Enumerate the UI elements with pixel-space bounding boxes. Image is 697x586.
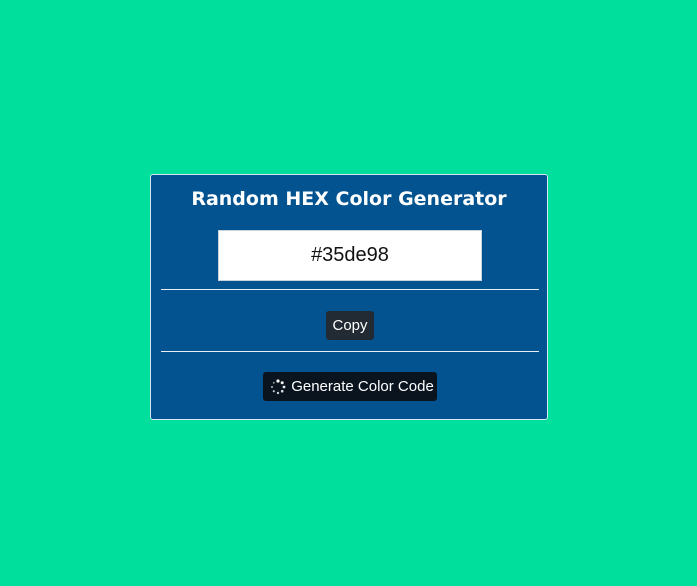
divider-bottom	[161, 351, 539, 352]
spinner-icon	[270, 378, 286, 395]
copy-button[interactable]: Copy	[326, 311, 374, 340]
generate-button-label: Generate Color Code	[291, 378, 434, 395]
generator-card: Random HEX Color Generator Copy Generate…	[150, 174, 548, 420]
divider-top	[161, 289, 539, 290]
hex-color-field[interactable]	[218, 230, 482, 281]
card-title: Random HEX Color Generator	[191, 188, 507, 210]
generate-color-button[interactable]: Generate Color Code	[263, 372, 437, 401]
